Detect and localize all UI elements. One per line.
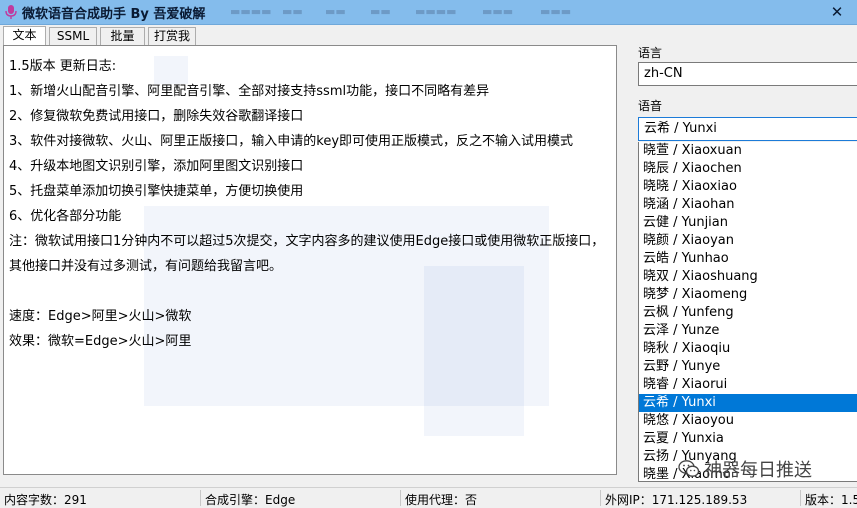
tab-batch[interactable]: 批量 xyxy=(100,27,145,45)
status-divider xyxy=(200,490,201,506)
tab-ssml[interactable]: SSML xyxy=(49,27,97,45)
status-divider xyxy=(400,490,401,506)
changelog-item: 6、优化各部分功能 xyxy=(9,209,122,224)
engine-status: 合成引擎：Edge xyxy=(205,493,296,507)
changelog-item: 2、修复微软免费试用接口，删除失效谷歌翻译接口 xyxy=(9,109,304,124)
changelog-item: 5、托盘菜单添加切换引擎快捷菜单，方便切换使用 xyxy=(9,184,304,199)
char-count: 内容字数：291 xyxy=(4,493,87,507)
proxy-status: 使用代理：否 xyxy=(405,493,478,507)
changelog-item: 4、升级本地图文识别引擎，添加阿里图文识别接口 xyxy=(9,159,304,174)
microphone-icon xyxy=(5,5,17,19)
voice-option[interactable]: 云皓 / Yunhao xyxy=(639,250,857,268)
background-ghost: ▬▬▬▬ xyxy=(230,5,272,18)
background-ghost: ▬▬ xyxy=(282,5,303,18)
voice-option[interactable]: 晓悠 / Xiaoyou xyxy=(639,412,857,430)
status-divider xyxy=(600,490,601,506)
voice-option[interactable]: 晓梦 / Xiaomeng xyxy=(639,286,857,304)
watermark: 神器每日推送 xyxy=(678,456,812,482)
voice-option[interactable]: 晓涵 / Xiaohan xyxy=(639,196,857,214)
voice-label: 语音 xyxy=(638,99,663,113)
background-ghost: ▬▬ xyxy=(370,5,391,18)
voice-option[interactable]: 晓颜 / Xiaoyan xyxy=(639,232,857,250)
title-bar: 微软语音合成助手 By 吾爱破解 ▬▬▬▬ ▬▬ ▬▬ ▬▬ ▬▬▬▬ ▬▬▬ … xyxy=(0,0,857,25)
voice-option[interactable]: 晓秋 / Xiaoqiu xyxy=(639,340,857,358)
tab-donate[interactable]: 打赏我 xyxy=(148,27,196,45)
voice-option[interactable]: 晓辰 / Xiaochen xyxy=(639,160,857,178)
voice-option[interactable]: 云夏 / Yunxia xyxy=(639,430,857,448)
changelog-header: 1.5版本 更新日志: xyxy=(9,59,117,74)
language-select[interactable]: zh-CN xyxy=(638,62,857,86)
status-bar: 内容字数：291 合成引擎：Edge 使用代理：否 外网IP：171.125.1… xyxy=(0,487,857,508)
speed-text: 速度：Edge>阿里>火山>微软 xyxy=(9,309,192,324)
voice-option[interactable]: 云泽 / Yunze xyxy=(639,322,857,340)
voice-select[interactable]: 云希 / Yunxi xyxy=(638,117,857,141)
voice-option[interactable]: 云健 / Yunjian xyxy=(639,214,857,232)
background-ghost: ▬▬▬ xyxy=(540,5,572,18)
background-ghost: ▬▬▬ xyxy=(482,5,514,18)
voice-dropdown-list[interactable]: 晓萱 / Xiaoxuan 晓辰 / Xiaochen 晓晓 / Xiaoxia… xyxy=(638,142,857,482)
text-input-area[interactable]: 1.5版本 更新日志: 1、新增火山配音引擎、阿里配音引擎、全部对接支持ssml… xyxy=(3,45,617,475)
tab-text[interactable]: 文本 xyxy=(3,26,46,45)
effect-text: 效果：微软=Edge>火山>阿里 xyxy=(9,334,192,349)
background-ghost: ▬▬▬▬ xyxy=(415,5,457,18)
language-label: 语言 xyxy=(638,46,663,60)
background-ghost: ▬▬ xyxy=(325,5,346,18)
voice-option[interactable]: 云野 / Yunye xyxy=(639,358,857,376)
window-title: 微软语音合成助手 By 吾爱破解 xyxy=(22,7,206,22)
voice-option[interactable]: 晓双 / Xiaoshuang xyxy=(639,268,857,286)
voice-option[interactable]: 晓萱 / Xiaoxuan xyxy=(639,142,857,160)
changelog-item: 1、新增火山配音引擎、阿里配音引擎、全部对接支持ssml功能，接口不同略有差异 xyxy=(9,84,490,99)
voice-option[interactable]: 晓睿 / Xiaorui xyxy=(639,376,857,394)
voice-option[interactable]: 云枫 / Yunfeng xyxy=(639,304,857,322)
note-text: 注：微软试用接口1分钟内不可以超过5次提交，文字内容多的建议使用Edge接口或使… xyxy=(9,234,605,274)
watermark-text: 神器每日推送 xyxy=(704,460,812,481)
status-divider xyxy=(800,490,801,506)
voice-option[interactable]: 晓晓 / Xiaoxiao xyxy=(639,178,857,196)
changelog-item: 3、软件对接微软、火山、阿里正版接口，输入申请的key即可使用正版模式，反之不输… xyxy=(9,134,574,149)
close-button[interactable]: ✕ xyxy=(827,2,847,22)
voice-option[interactable]: 云希 / Yunxi xyxy=(639,394,857,412)
version-status: 版本：1.5 xyxy=(805,493,857,507)
wechat-icon xyxy=(678,460,700,477)
ip-status: 外网IP：171.125.189.53 xyxy=(605,493,748,507)
